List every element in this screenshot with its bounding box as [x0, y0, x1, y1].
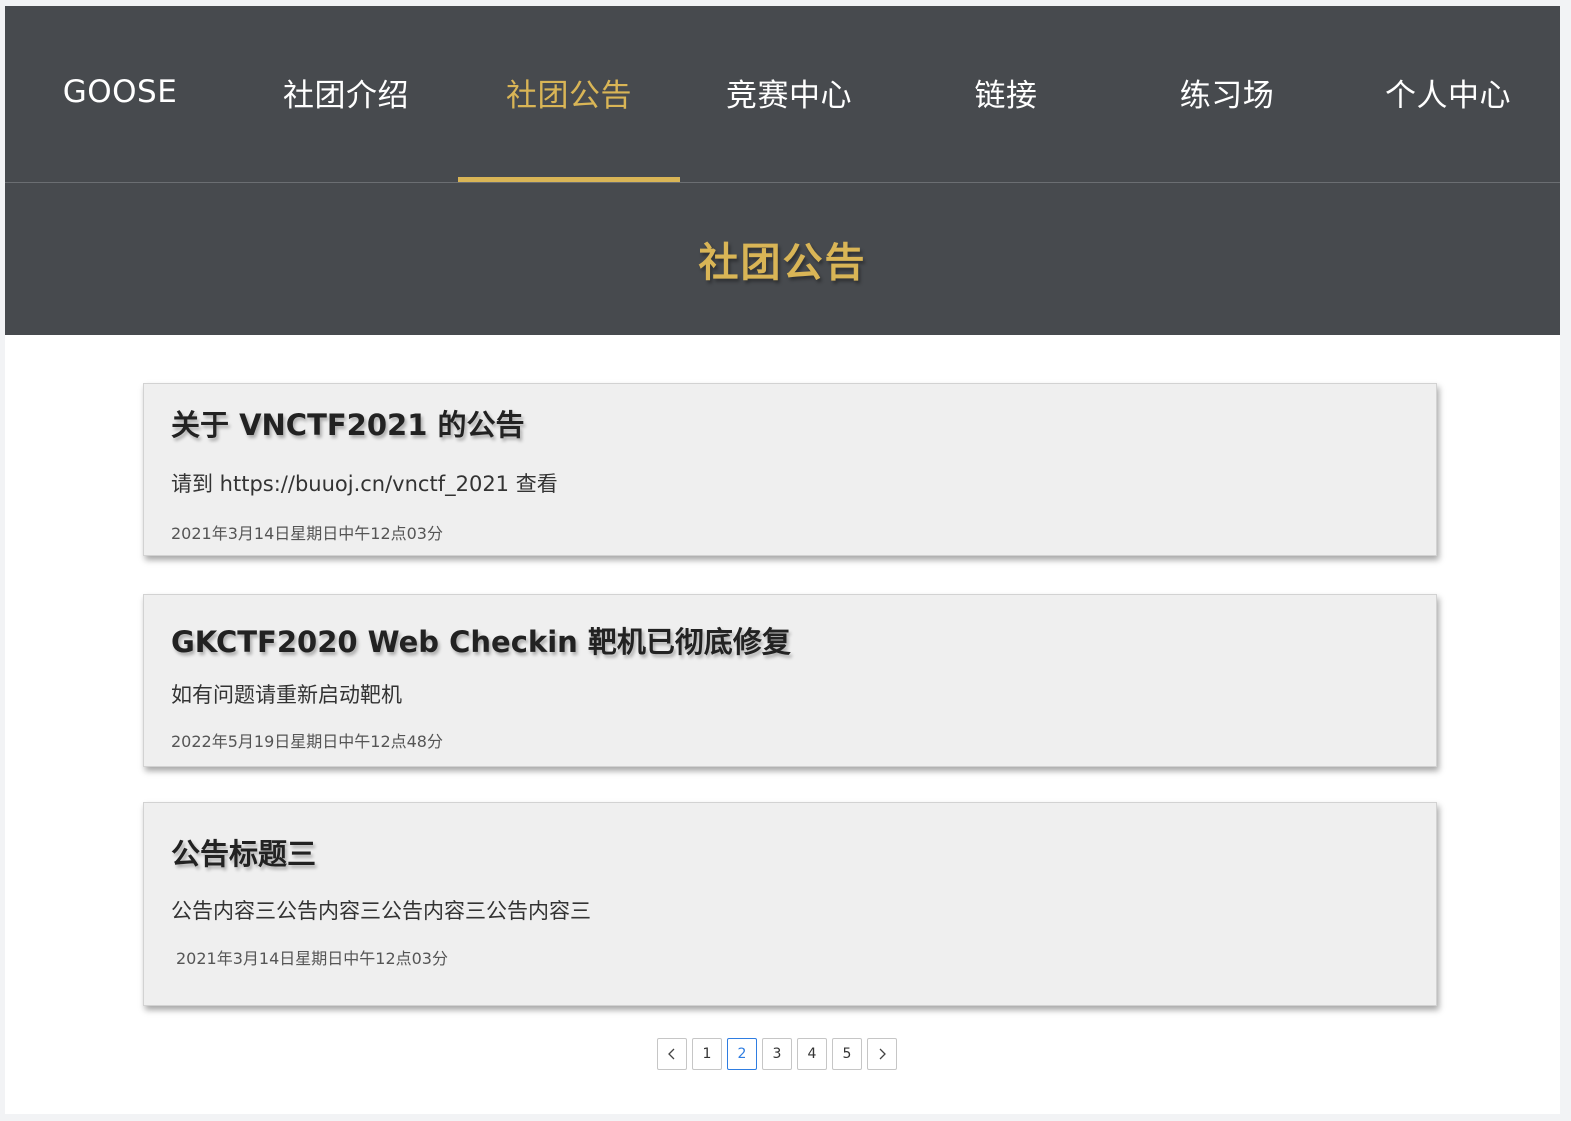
page-button-1[interactable]: 1	[692, 1038, 722, 1070]
nav-item-practice[interactable]: 练习场	[1116, 6, 1338, 182]
next-page-button[interactable]	[867, 1038, 897, 1070]
announcement-content: 请到 https://buuoj.cn/vnctf_2021 查看	[171, 472, 558, 496]
nav-item-club-announcements[interactable]: 社团公告	[458, 6, 680, 182]
nav-item-personal-center[interactable]: 个人中心	[1337, 6, 1559, 182]
announcement-title: 关于 VNCTF2021 的公告	[171, 408, 525, 442]
announcement-title: GKCTF2020 Web Checkin 靶机已彻底修复	[171, 625, 791, 659]
page-button-2[interactable]: 2	[727, 1038, 757, 1070]
header: GOOSE 社团介绍 社团公告 竞赛中心 链接 练习场 个人中心 社团公告	[5, 6, 1560, 335]
announcement-card[interactable]: GKCTF2020 Web Checkin 靶机已彻底修复 如有问题请重新启动靶…	[143, 594, 1437, 767]
announcement-card[interactable]: 关于 VNCTF2021 的公告 请到 https://buuoj.cn/vnc…	[143, 383, 1437, 556]
announcement-content: 公告内容三公告内容三公告内容三公告内容三	[171, 899, 591, 923]
nav-item-label: 社团介绍	[283, 77, 409, 114]
announcement-date: 2021年3月14日星期日中午12点03分	[176, 949, 448, 968]
announcement-card[interactable]: 公告标题三 公告内容三公告内容三公告内容三公告内容三 2021年3月14日星期日…	[143, 802, 1437, 1006]
nav-item-label: 个人中心	[1385, 77, 1511, 114]
nav-item-label: GOOSE	[62, 74, 178, 110]
nav-item-goose[interactable]: GOOSE	[9, 6, 231, 182]
main-nav: GOOSE 社团介绍 社团公告 竞赛中心 链接 练习场 个人中心	[5, 6, 1560, 183]
page-frame: GOOSE 社团介绍 社团公告 竞赛中心 链接 练习场 个人中心 社团公告 关于…	[5, 6, 1560, 1114]
nav-item-label: 竞赛中心	[726, 77, 852, 114]
announcement-content: 如有问题请重新启动靶机	[171, 683, 402, 707]
announcement-title: 公告标题三	[171, 837, 317, 871]
nav-item-competition-center[interactable]: 竞赛中心	[678, 6, 900, 182]
page-button-3[interactable]: 3	[762, 1038, 792, 1070]
nav-item-links[interactable]: 链接	[895, 6, 1117, 182]
page-button-4[interactable]: 4	[797, 1038, 827, 1070]
nav-item-label: 练习场	[1179, 77, 1275, 114]
pagination: 1 2 3 4 5	[657, 1038, 897, 1072]
page-title: 社团公告	[698, 240, 867, 286]
prev-page-button[interactable]	[657, 1038, 687, 1070]
nav-item-label: 社团公告	[506, 77, 632, 114]
chevron-left-icon	[668, 1048, 675, 1060]
chevron-right-icon	[879, 1048, 886, 1060]
announcement-date: 2022年5月19日星期日中午12点48分	[171, 732, 443, 751]
announcement-date: 2021年3月14日星期日中午12点03分	[171, 524, 443, 543]
nav-item-club-intro[interactable]: 社团介绍	[235, 6, 457, 182]
page-button-5[interactable]: 5	[832, 1038, 862, 1070]
nav-item-label: 链接	[974, 77, 1038, 114]
